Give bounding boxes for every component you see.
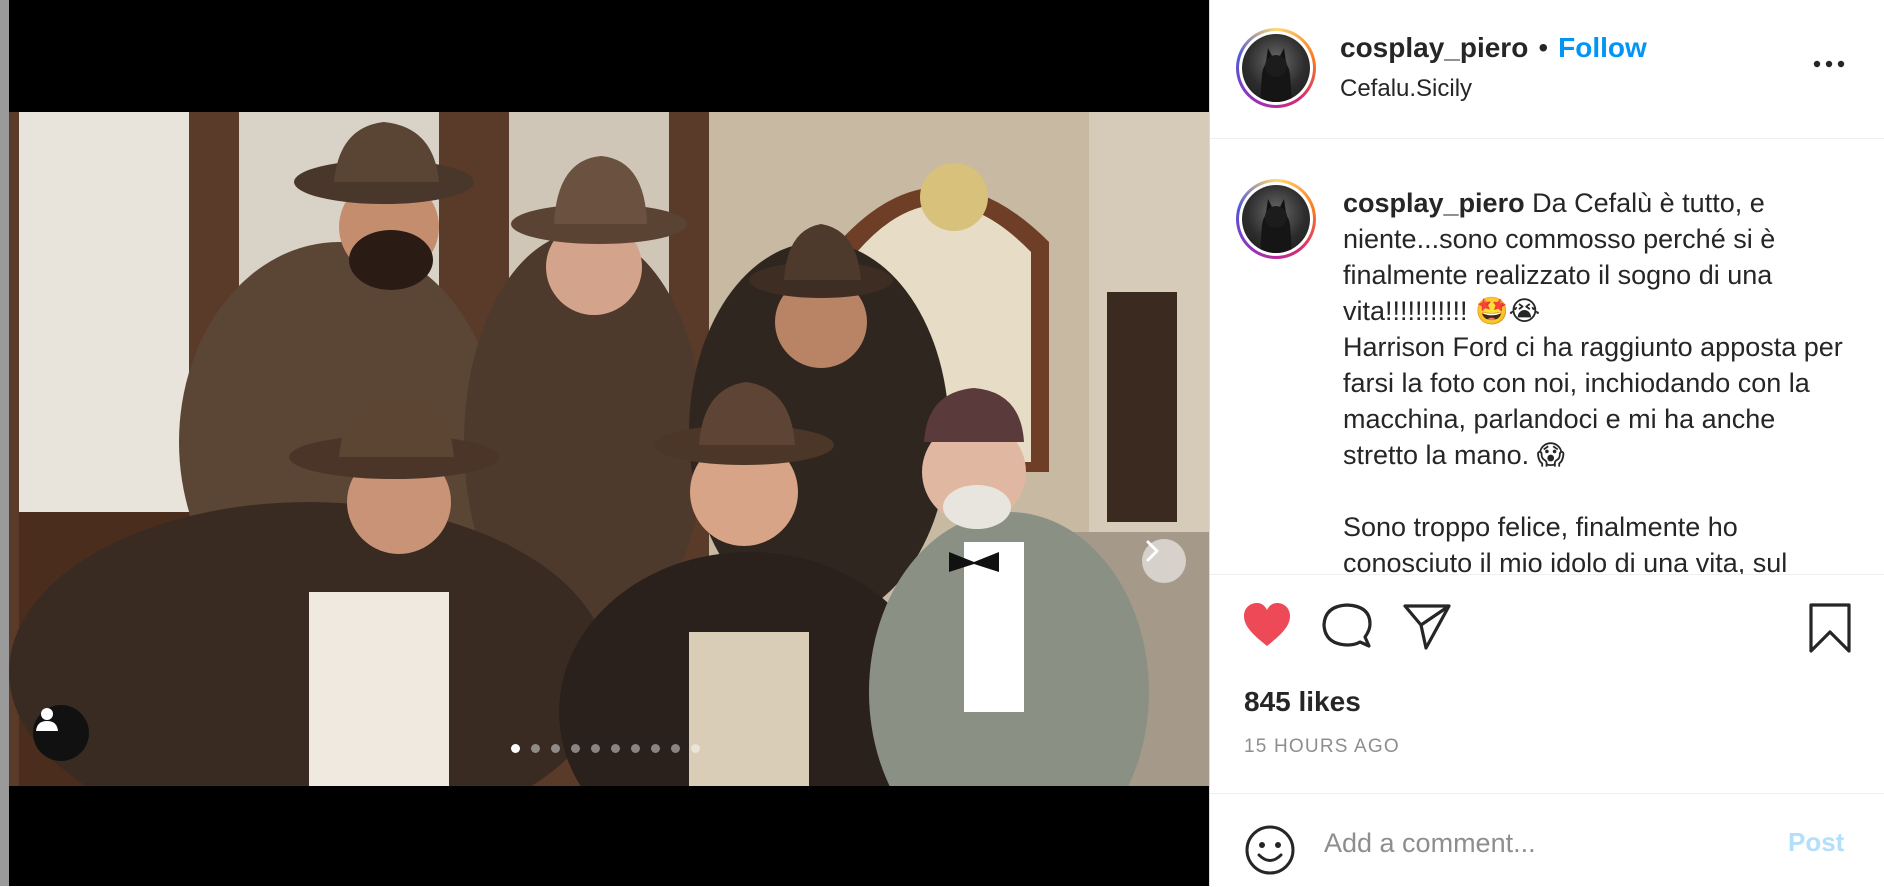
- more-options-icon: [1813, 60, 1845, 68]
- tagged-users-button[interactable]: [33, 705, 89, 761]
- action-bar: [1210, 575, 1884, 655]
- separator-dot: •: [1538, 32, 1549, 63]
- carousel-dot: [531, 744, 540, 753]
- window-edge: [0, 0, 9, 886]
- more-options-button[interactable]: [1812, 56, 1846, 72]
- comment-button[interactable]: [1322, 602, 1372, 655]
- caption-username[interactable]: cosplay_piero: [1343, 188, 1525, 218]
- carousel-dot: [691, 744, 700, 753]
- carousel-dot: [611, 744, 620, 753]
- user-tag-icon: [36, 708, 58, 731]
- bookmark-icon: [1809, 603, 1851, 653]
- caption-body: Da Cefalù è tutto, e niente...sono commo…: [1343, 188, 1843, 575]
- carousel-dot: [651, 744, 660, 753]
- location-link[interactable]: Cefalu.Sicily: [1340, 75, 1472, 103]
- post-timestamp[interactable]: 15 HOURS AGO: [1244, 736, 1400, 758]
- send-icon: [1403, 604, 1451, 650]
- carousel-dot: [591, 744, 600, 753]
- comment-bar: Post: [1210, 793, 1884, 887]
- photo-illustration: [9, 112, 1209, 786]
- carousel-dot: [671, 744, 680, 753]
- save-button[interactable]: [1808, 602, 1852, 659]
- avatar-image: [1242, 185, 1310, 253]
- carousel-dot: [511, 744, 520, 753]
- username-link[interactable]: cosplay_piero: [1340, 32, 1528, 64]
- header-title-row: cosplay_piero • Follow: [1340, 32, 1647, 64]
- carousel-indicator: [511, 744, 700, 753]
- heart-icon: [1244, 603, 1290, 646]
- like-count[interactable]: 845 likes: [1244, 686, 1361, 718]
- avatar[interactable]: [1236, 28, 1316, 108]
- avatar-image: [1242, 34, 1310, 102]
- caption-area: cosplay_piero Da Cefalù è tutto, e nient…: [1210, 139, 1884, 575]
- emoji-icon: [1245, 825, 1295, 875]
- carousel-dot: [551, 744, 560, 753]
- follow-button[interactable]: Follow: [1558, 32, 1647, 64]
- share-button[interactable]: [1402, 602, 1452, 655]
- like-button[interactable]: [1242, 602, 1292, 653]
- post-details-panel: cosplay_piero • Follow Cefalu.Sicily cos…: [1209, 0, 1884, 886]
- caption-avatar[interactable]: [1236, 179, 1316, 259]
- caption: cosplay_piero Da Cefalù è tutto, e nient…: [1343, 185, 1853, 575]
- emoji-button[interactable]: [1244, 824, 1296, 881]
- next-photo-button[interactable]: [1142, 539, 1186, 583]
- post-media: [9, 0, 1209, 886]
- post-header: cosplay_piero • Follow Cefalu.Sicily: [1210, 0, 1884, 139]
- comment-input[interactable]: [1322, 822, 1766, 864]
- carousel-dot: [631, 744, 640, 753]
- post-photo[interactable]: [9, 112, 1209, 786]
- comment-icon: [1322, 603, 1372, 648]
- carousel-dot: [571, 744, 580, 753]
- post-comment-button[interactable]: Post: [1788, 827, 1844, 858]
- chevron-right-icon: [1146, 540, 1159, 562]
